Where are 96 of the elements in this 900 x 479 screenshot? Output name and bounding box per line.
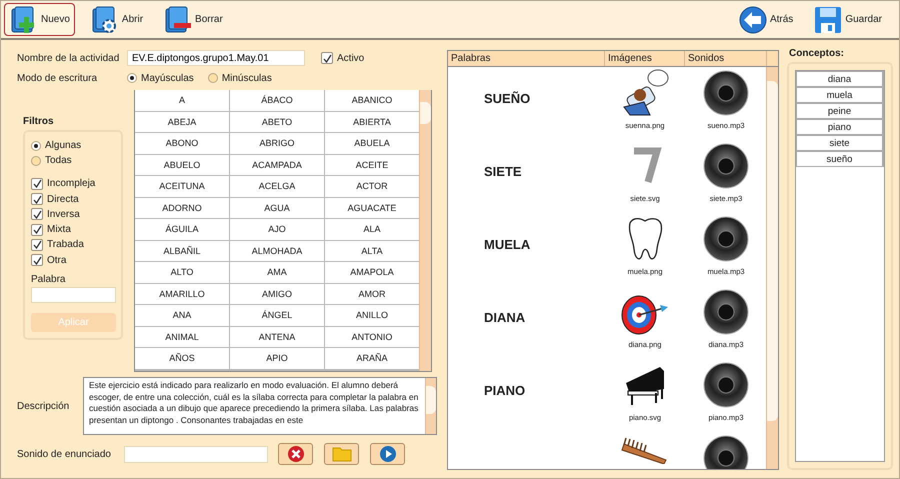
filter-checkbox[interactable]: Inversa [31, 206, 115, 222]
word-cell[interactable]: ANTENA [230, 326, 324, 347]
word-cell[interactable]: ANTONIO [325, 326, 419, 347]
word-text: SUEÑO [484, 91, 532, 106]
word-cell[interactable]: AMA [230, 262, 324, 282]
word-cell[interactable]: ABUELA [325, 133, 419, 154]
word-cell[interactable]: AMAPOLA [325, 262, 419, 282]
word-cell[interactable]: ÁBACO [230, 90, 324, 110]
word-cell[interactable]: ARAÑA [325, 348, 419, 368]
column-header[interactable]: Imágenes [605, 51, 685, 66]
word-cell[interactable]: ALBAÑIL [135, 240, 229, 261]
filters-title: Filtros [23, 116, 55, 127]
word-cell[interactable]: AGUA [230, 198, 324, 218]
word-cell[interactable]: ABANICO [325, 90, 419, 110]
word-cell[interactable]: ACEITE [325, 154, 419, 175]
word-text: PIANO [484, 383, 526, 398]
word-cell[interactable]: ABRIGO [230, 133, 324, 154]
filter-checkbox[interactable]: Trabada [31, 237, 115, 252]
word-cell[interactable]: ACELGA [230, 176, 324, 196]
concept-item[interactable]: muela [796, 87, 884, 103]
speaker-icon[interactable] [702, 69, 750, 117]
word-cell[interactable]: ALTO [135, 262, 229, 282]
sleeping-child-drawing [620, 69, 670, 117]
folder-icon [332, 446, 352, 462]
toolbar-button[interactable]: Atrás [732, 3, 798, 36]
field-label: Nombre de la actividad [16, 52, 120, 64]
scrollbar[interactable] [766, 67, 778, 469]
book-minus-icon [163, 4, 194, 34]
concept-item[interactable]: diana [796, 71, 884, 87]
icon-button[interactable] [370, 443, 405, 465]
mode-radio[interactable]: Minúsculas [208, 72, 272, 84]
column-header[interactable]: Sonidos [685, 51, 767, 66]
word-cell[interactable]: ÁNGEL [230, 305, 324, 326]
word-cell[interactable]: ABETO [230, 112, 324, 132]
word-cell[interactable]: ABIERTA [325, 112, 419, 132]
speaker-icon[interactable] [702, 434, 750, 469]
concept-item[interactable]: peine [796, 103, 884, 119]
toolbar-button[interactable]: Nuevo [4, 3, 75, 36]
word-cell[interactable]: ABONO [135, 133, 229, 154]
filter-radio[interactable]: Todas [31, 153, 115, 168]
word-cell[interactable]: ACAMPADA [230, 154, 324, 175]
word-cell[interactable]: ABEJA [135, 112, 229, 132]
word-cell[interactable]: AJO [230, 219, 324, 240]
close-icon [286, 445, 304, 463]
concept-item[interactable]: piano [796, 119, 884, 135]
word-cell[interactable]: AMOR [325, 284, 419, 304]
filter-radio[interactable]: Algunas [31, 138, 115, 154]
column-header[interactable]: Palabras [448, 51, 605, 66]
word-cell[interactable]: ANA [135, 305, 229, 326]
mode-radio[interactable]: Mayúsculas [127, 72, 194, 84]
word-cell[interactable]: ALTA [325, 240, 419, 261]
speaker-icon[interactable] [702, 361, 750, 409]
scrollbar[interactable] [419, 90, 431, 371]
icon-button[interactable] [278, 443, 313, 465]
speaker-icon[interactable] [702, 142, 750, 190]
word-text: DIANA [484, 310, 526, 325]
word-cell[interactable]: ACTOR [325, 176, 419, 196]
word-cell[interactable]: ACEITUNA [135, 176, 229, 196]
speaker-icon[interactable] [702, 288, 750, 336]
field-label: Descripción [16, 400, 70, 412]
word-cell[interactable]: A [135, 90, 229, 110]
sound-field[interactable] [124, 446, 268, 462]
word-text: SIETE [484, 164, 523, 179]
toolbar-button[interactable]: Borrar [158, 3, 228, 36]
word-cell[interactable]: ALA [325, 219, 419, 240]
word-cell[interactable]: ALMOHADA [230, 240, 324, 261]
filter-checkbox[interactable]: Incompleja [31, 176, 115, 192]
filter-checkbox[interactable]: Directa [31, 192, 115, 207]
toolbar-button[interactable]: Abrir [84, 3, 148, 36]
filter-checkbox[interactable]: Mixta [31, 222, 115, 238]
word-cell[interactable]: APIO [230, 348, 324, 368]
play-icon [378, 445, 396, 463]
word-cell[interactable]: ÁGUILA [135, 219, 229, 240]
word-field[interactable] [31, 287, 116, 304]
word-cell[interactable]: ADORNO [135, 198, 229, 218]
word-cell[interactable]: ANIMAL [135, 326, 229, 347]
word-label: Palabra [31, 274, 66, 287]
activity-name-field[interactable]: EV.E.diptongos.grupo1.May.01 [127, 50, 305, 66]
concept-item[interactable]: siete [796, 135, 884, 151]
description-field[interactable]: Este ejercicio está indicado para realizarlo en modo evaluación. El alumno deberá escoger, de entre una colección, cuál es la sílaba correcta para completar la palabra en cuestión asociada a un dibujo que aparece precediendo la primera sílaba. Las palabras presentan un diptongo . Consonantes trabajadas en este [83, 377, 437, 435]
field-label: Sonido de enunciado [16, 448, 112, 460]
word-cell[interactable]: AÑOS [135, 348, 229, 368]
toolbar-button[interactable]: Guardar [808, 3, 887, 36]
active-checkbox[interactable]: Activo [321, 52, 364, 64]
speaker-icon[interactable] [702, 215, 750, 263]
field-label: Modo de escritura [16, 72, 98, 84]
word-cell[interactable]: AMIGO [230, 284, 324, 304]
word-cell[interactable]: AMARILLO [135, 284, 229, 304]
checkmark-icon [322, 54, 332, 62]
word-cell[interactable]: ANILLO [325, 305, 419, 326]
concept-item[interactable]: sueño [796, 151, 884, 167]
word-text: MUELA [484, 237, 532, 252]
filter-checkbox[interactable]: Otra [31, 252, 115, 268]
concepts-title: Conceptos: [789, 48, 845, 59]
word-cell[interactable]: AGUACATE [325, 198, 419, 218]
word-cell[interactable]: ABUELO [135, 154, 229, 175]
